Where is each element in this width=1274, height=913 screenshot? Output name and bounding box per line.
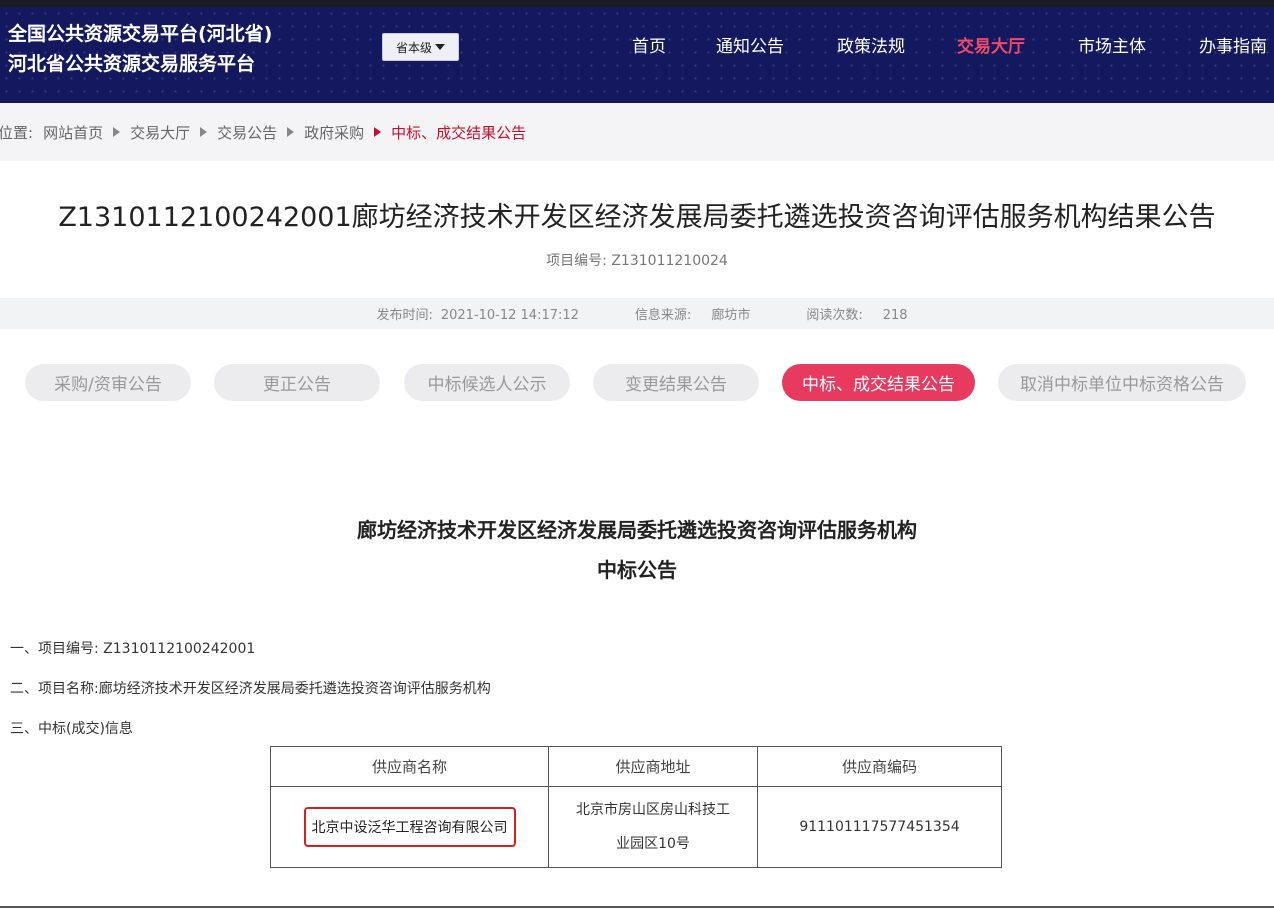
site-header: 全国公共资源交易平台(河北省) 河北省公共资源交易服务平台 省本级 首页 通知公… (0, 7, 1274, 103)
article-heading-line2: 中标公告 (597, 558, 677, 582)
cell-supplier-address: 北京市房山区房山科技工 业园区10号 (548, 786, 758, 868)
site-title-line1: 全国公共资源交易平台(河北省) (8, 23, 273, 45)
view-count-label: 阅读次数: (806, 308, 863, 323)
breadcrumb-current[interactable]: 中标、成交结果公告 (391, 122, 526, 143)
table-header-row: 供应商名称 供应商地址 供应商编码 (270, 746, 1002, 787)
info-source: 信息来源: 廊坊市 (635, 304, 750, 323)
col-header-supplier-code: 供应商编码 (757, 746, 1002, 787)
tab-correction-notice[interactable]: 更正公告 (214, 364, 380, 401)
article-item-project-no: 一、项目编号: Z1310112100242001 (10, 641, 256, 657)
breadcrumb-gov-procurement[interactable]: 政府采购 (304, 122, 364, 143)
site-title[interactable]: 全国公共资源交易平台(河北省) 河北省公共资源交易服务平台 (8, 19, 272, 79)
breadcrumb-home[interactable]: 网站首页 (43, 122, 103, 143)
project-number-value: Z131011210024 (611, 253, 728, 269)
level-select[interactable]: 省本级 (382, 33, 459, 61)
col-header-supplier-address: 供应商地址 (548, 746, 758, 787)
project-number: 项目编号: Z131011210024 (0, 250, 1274, 270)
info-source-label: 信息来源: (634, 308, 692, 323)
breadcrumb-trading-hall[interactable]: 交易大厅 (130, 122, 190, 143)
breadcrumb-arrow-icon (287, 127, 295, 137)
view-count: 阅读次数: 218 (806, 304, 907, 323)
tab-candidate-publicity[interactable]: 中标候选人公示 (404, 364, 570, 401)
bottom-divider (0, 906, 1274, 908)
tab-cancel-award[interactable]: 取消中标单位中标资格公告 (998, 364, 1246, 401)
project-number-label: 项目编号: (546, 253, 607, 269)
breadcrumb-arrow-icon (113, 127, 121, 137)
supplier-name-highlight: 北京中设泛华工程咨询有限公司 (303, 807, 516, 847)
supplier-address-line2: 业园区10号 (616, 836, 690, 852)
breadcrumb-arrow-icon (374, 127, 382, 137)
nav-guide[interactable]: 办事指南 (1199, 35, 1267, 59)
supplier-address-line1: 北京市房山区房山科技工 (576, 802, 730, 818)
tab-change-result[interactable]: 变更结果公告 (593, 364, 759, 401)
nav-market-entities[interactable]: 市场主体 (1078, 35, 1146, 59)
publish-time-value: 2021-10-12 14:17:12 (440, 308, 579, 323)
cell-supplier-code: 911101117577451354 (757, 786, 1002, 868)
col-header-supplier-name: 供应商名称 (270, 746, 549, 787)
breadcrumb-label: 位置: (0, 123, 34, 142)
nav-policies[interactable]: 政策法规 (837, 35, 905, 59)
tab-award-result[interactable]: 中标、成交结果公告 (782, 364, 975, 401)
tab-procurement-notice[interactable]: 采购/资审公告 (25, 364, 191, 401)
breadcrumb-announcements[interactable]: 交易公告 (217, 122, 277, 143)
top-strip (0, 0, 1274, 7)
article-heading-line1: 廊坊经济技术开发区经济发展局委托遴选投资咨询评估服务机构 (357, 518, 917, 542)
page-title: Z1310112100242001廊坊经济技术开发区经济发展局委托遴选投资咨询评… (58, 202, 1216, 233)
publish-time: 发布时间: 2021-10-12 14:17:12 (376, 304, 578, 323)
award-table: 供应商名称 供应商地址 供应商编码 北京中设泛华工程咨询有限公司 北京市房山区房… (270, 746, 1002, 868)
site-title-line2: 河北省公共资源交易服务平台 (8, 53, 256, 75)
article-item-project-name: 二、项目名称:廊坊经济技术开发区经济发展局委托遴选投资咨询评估服务机构 (10, 681, 491, 697)
publish-time-label: 发布时间: (376, 308, 433, 323)
nav-trading-hall[interactable]: 交易大厅 (957, 35, 1025, 59)
view-count-value: 218 (882, 308, 908, 323)
breadcrumb: 位置: 网站首页 交易大厅 交易公告 政府采购 中标、成交结果公告 (0, 103, 1274, 161)
info-source-value: 廊坊市 (711, 308, 751, 323)
nav-notices[interactable]: 通知公告 (716, 35, 784, 59)
level-select-value: 省本级 (395, 40, 432, 55)
table-row: 北京中设泛华工程咨询有限公司 北京市房山区房山科技工 业园区10号 911101… (270, 786, 1002, 868)
nav-home[interactable]: 首页 (632, 35, 666, 59)
meta-bar: 发布时间: 2021-10-12 14:17:12 信息来源: 廊坊市 阅读次数: 2… (0, 298, 1274, 329)
cell-supplier-name: 北京中设泛华工程咨询有限公司 (270, 786, 549, 868)
caret-down-icon (435, 44, 445, 50)
breadcrumb-arrow-icon (200, 127, 208, 137)
article-item-award-info: 三、中标(成交)信息 (10, 721, 133, 737)
